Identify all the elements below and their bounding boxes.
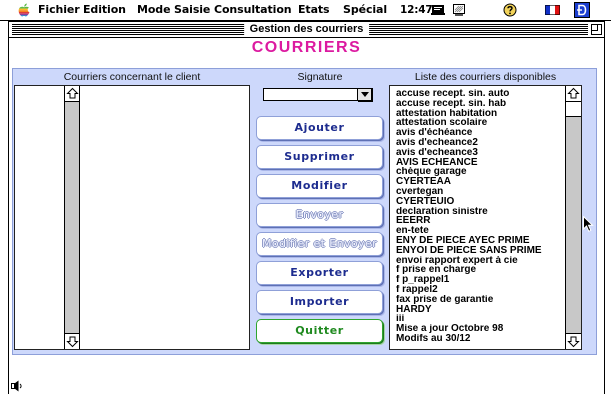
application-icon[interactable]	[574, 2, 590, 18]
list-item[interactable]: accuse recept. sin. hab	[396, 99, 564, 109]
french-flag-icon[interactable]	[545, 5, 560, 15]
list-item[interactable]: attestation scolaire	[396, 118, 564, 128]
list-item[interactable]: EEERR	[396, 216, 564, 226]
list-item[interactable]: f p_rappel1	[396, 275, 564, 285]
list-item[interactable]: Modifs au 30/12	[396, 334, 564, 344]
quit-button[interactable]: Quitter	[256, 319, 383, 343]
available-letters-items: accuse recept. sin. auto accuse recept. …	[396, 89, 564, 344]
menu-bar: Fichier Edition Mode Saisie Consultation…	[0, 0, 611, 21]
list-item[interactable]: envoi rapport expert à cie	[396, 256, 564, 266]
available-letters-list[interactable]: accuse recept. sin. auto accuse recept. …	[389, 85, 582, 350]
list-item[interactable]: en-tete	[396, 226, 564, 236]
list-item[interactable]: f prise en charge	[396, 265, 564, 275]
menu-mode[interactable]: Mode	[137, 3, 171, 17]
menu-etats[interactable]: Etats	[298, 3, 330, 17]
list-item[interactable]: chèque garage	[396, 167, 564, 177]
client-letters-list[interactable]	[14, 85, 250, 350]
signature-dropdown[interactable]	[263, 88, 373, 101]
export-button[interactable]: Exporter	[256, 261, 383, 285]
signature-dropdown-button[interactable]	[357, 88, 372, 101]
list-item[interactable]: avis d'echeance3	[396, 148, 564, 158]
add-button[interactable]: Ajouter	[256, 116, 383, 140]
menu-clock: 12:47	[400, 4, 433, 16]
list-item[interactable]: iii	[396, 314, 564, 324]
send-button[interactable]: Envoyer	[256, 203, 383, 227]
speaker-icon	[11, 380, 23, 392]
mouse-pointer-icon	[583, 215, 594, 233]
list-item[interactable]: fax prise de garantie	[396, 295, 564, 305]
list-item[interactable]: accuse recept. sin. auto	[396, 89, 564, 99]
client-letters-header: Courriers concernant le client	[63, 71, 201, 83]
edit-and-send-button[interactable]: Modifier et Envoyer	[256, 232, 383, 256]
scroll-thumb[interactable]	[566, 102, 581, 117]
list-item[interactable]: avis d'échéance	[396, 128, 564, 138]
apple-icon[interactable]	[18, 3, 30, 17]
window: Gestion des courriers COURRIERS Courrier…	[8, 21, 605, 394]
letters-panel: Courriers concernant le client Signature…	[12, 68, 597, 355]
menu-fichier[interactable]: Fichier	[38, 3, 80, 17]
list-item[interactable]: AVIS ECHEANCE	[396, 158, 564, 168]
menu-special[interactable]: Spécial	[343, 3, 387, 17]
list-item[interactable]: ENY DE PIECE AYEC PRIME	[396, 236, 564, 246]
scroll-down-button[interactable]	[65, 333, 79, 349]
scroll-down-button[interactable]	[566, 333, 581, 349]
available-letters-header: Liste des courriers disponibles	[414, 71, 557, 83]
title-bar[interactable]: Gestion des courriers	[9, 22, 604, 38]
scroll-up-button[interactable]	[566, 86, 581, 102]
edit-button[interactable]: Modifier	[256, 174, 383, 198]
client-letters-scrollbar[interactable]	[64, 86, 80, 349]
list-item[interactable]: f rappel2	[396, 285, 564, 295]
zoom-box[interactable]	[591, 24, 602, 35]
available-letters-scrollbar[interactable]	[565, 86, 581, 349]
signature-header: Signature	[297, 71, 343, 83]
list-item[interactable]: CYERTEAA	[396, 177, 564, 187]
list-item[interactable]: attestation habitation	[396, 109, 564, 119]
list-item[interactable]: Mise a jour Octobre 98	[396, 324, 564, 334]
scroll-up-button[interactable]	[65, 86, 79, 102]
notebook-icon[interactable]	[431, 4, 445, 16]
help-icon[interactable]	[503, 3, 517, 17]
list-item[interactable]: cvertegan	[396, 187, 564, 197]
list-item[interactable]: CYERTEUIO	[396, 197, 564, 207]
list-item[interactable]: ENYOI DE PIECE SANS PRIME	[396, 246, 564, 256]
menu-edition[interactable]: Edition	[83, 3, 126, 17]
menu-saisie[interactable]: Saisie	[174, 3, 210, 17]
list-item[interactable]: declaration sinistre	[396, 207, 564, 217]
list-item[interactable]: HARDY	[396, 305, 564, 315]
computer-icon[interactable]	[452, 3, 466, 17]
list-item[interactable]: avis d'echeance2	[396, 138, 564, 148]
menu-consultation[interactable]: Consultation	[214, 3, 292, 17]
zoom-box-inner	[592, 25, 598, 31]
delete-button[interactable]: Supprimer	[256, 145, 383, 169]
import-button[interactable]: Importer	[256, 290, 383, 314]
page-title: COURRIERS	[251, 39, 362, 56]
window-title: Gestion des courriers	[243, 22, 370, 37]
